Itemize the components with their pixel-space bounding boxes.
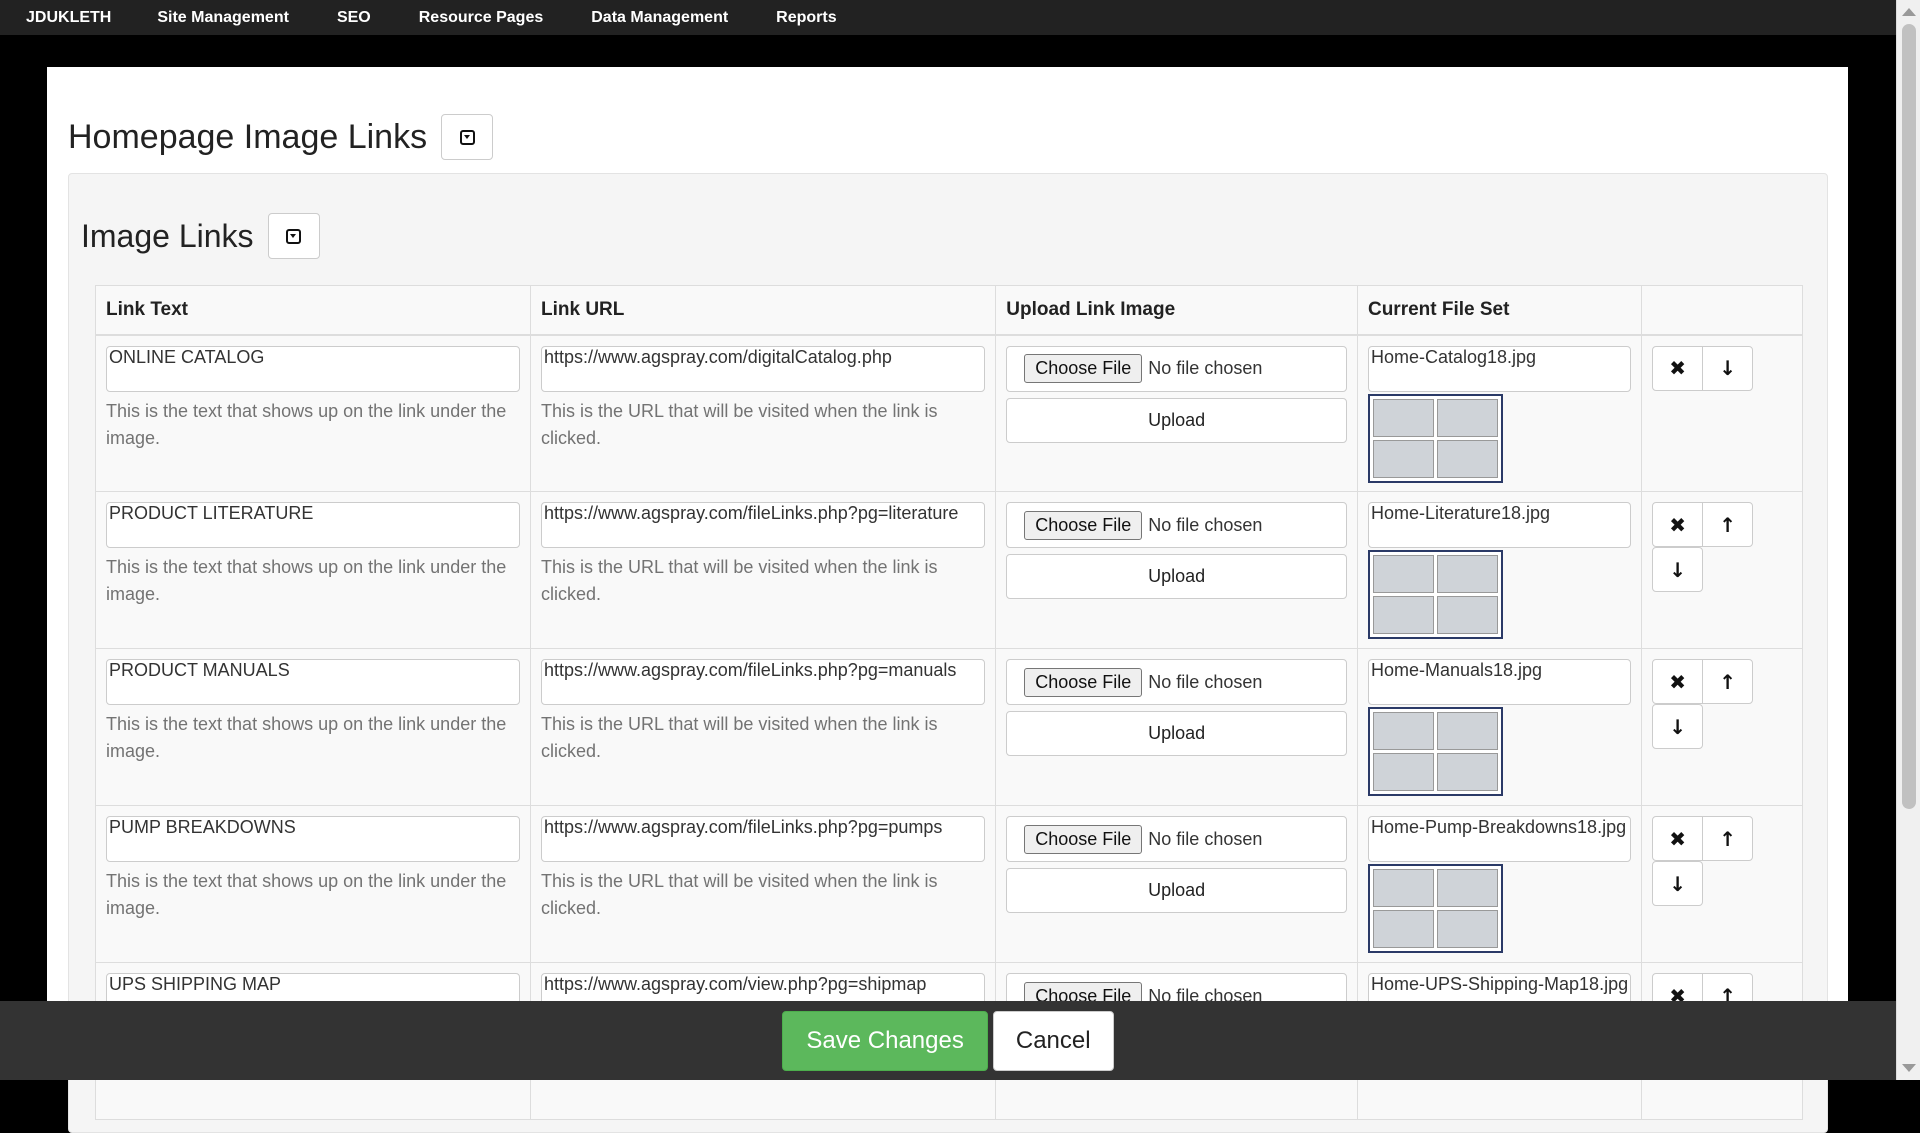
- arrow-up-icon: ↑: [1719, 669, 1736, 694]
- collapse-page-button[interactable]: [441, 114, 494, 160]
- section-title: Image Links: [81, 217, 254, 254]
- upload-button[interactable]: Upload: [1006, 554, 1347, 599]
- image-thumbnail: [1367, 393, 1503, 483]
- header-link-text: Link Text: [95, 285, 531, 336]
- link-text-help: This is the text that shows up on the li…: [106, 714, 507, 761]
- move-up-button[interactable]: ↑: [1702, 659, 1754, 704]
- link-text-input[interactable]: PRODUCT MANUALS: [106, 659, 520, 705]
- current-file-input[interactable]: Home-Manuals18.jpg: [1367, 659, 1632, 705]
- link-text-input[interactable]: PRODUCT LITERATURE: [106, 502, 520, 548]
- close-icon: ✖: [1669, 826, 1686, 851]
- link-url-help: This is the URL that will be visited whe…: [541, 400, 938, 448]
- nav-resource-pages[interactable]: Resource Pages: [395, 9, 568, 27]
- no-file-label: No file chosen: [1148, 671, 1263, 692]
- choose-file-button[interactable]: Choose File: [1024, 667, 1143, 697]
- arrow-up-icon: ↑: [1719, 826, 1736, 851]
- header-link-url: Link URL: [529, 285, 997, 336]
- delete-button[interactable]: ✖: [1652, 345, 1704, 391]
- choose-file-button[interactable]: Choose File: [1024, 510, 1143, 540]
- current-file-input[interactable]: Home-Catalog18.jpg: [1367, 345, 1632, 392]
- nav-site-management[interactable]: Site Management: [133, 9, 313, 27]
- link-url-input[interactable]: https://www.agspray.com/fileLinks.php?pg…: [541, 502, 986, 548]
- link-text-input[interactable]: ONLINE CATALOG: [106, 345, 520, 392]
- image-links-table: Link Text Link URL Upload Link Image Cur…: [95, 285, 1803, 1120]
- no-file-label: No file chosen: [1148, 358, 1263, 378]
- nav-brand[interactable]: JDUKLETH: [0, 9, 133, 27]
- link-text-input[interactable]: PUMP BREAKDOWNS: [106, 816, 520, 862]
- scroll-thumb[interactable]: [1902, 24, 1916, 809]
- link-url-help: This is the URL that will be visited whe…: [541, 557, 938, 604]
- close-icon: ✖: [1669, 356, 1686, 380]
- move-down-button[interactable]: ↓: [1702, 345, 1754, 391]
- nav-data-management[interactable]: Data Management: [567, 9, 752, 27]
- footer-bar: Save Changes Cancel: [0, 1001, 1896, 1080]
- link-url-input[interactable]: https://www.agspray.com/digitalCatalog.p…: [541, 345, 986, 392]
- link-url-help: This is the URL that will be visited whe…: [541, 714, 938, 761]
- header-actions: [1641, 285, 1803, 336]
- choose-file-button[interactable]: Choose File: [1024, 354, 1143, 383]
- move-up-button[interactable]: ↑: [1702, 502, 1754, 547]
- choose-file-button[interactable]: Choose File: [1024, 824, 1143, 854]
- upload-button[interactable]: Upload: [1006, 397, 1347, 443]
- page-scrollbar[interactable]: [1896, 0, 1920, 1080]
- table-row: PRODUCT LITERATURE This is the text that…: [95, 491, 1803, 649]
- table-row: ONLINE CATALOG This is the text that sho…: [95, 334, 1803, 492]
- link-url-help: This is the URL that will be visited whe…: [541, 871, 938, 918]
- collapse-section-button[interactable]: [267, 213, 320, 259]
- page-title: Homepage Image Links: [68, 117, 428, 156]
- arrow-down-icon: ↓: [1669, 714, 1686, 739]
- current-file-input[interactable]: Home-Pump-Breakdowns18.jpg: [1367, 816, 1632, 862]
- delete-button[interactable]: ✖: [1652, 816, 1704, 861]
- move-down-button[interactable]: ↓: [1652, 861, 1704, 906]
- cancel-button[interactable]: Cancel: [992, 1010, 1114, 1071]
- header-current-file: Current File Set: [1356, 285, 1643, 336]
- file-input[interactable]: Choose File No file chosen: [1006, 659, 1347, 705]
- file-input[interactable]: Choose File No file chosen: [1006, 816, 1347, 862]
- move-down-button[interactable]: ↓: [1652, 547, 1704, 592]
- top-navbar: JDUKLETH Site Management SEO Resource Pa…: [0, 0, 1896, 35]
- delete-button[interactable]: ✖: [1652, 659, 1704, 704]
- upload-button[interactable]: Upload: [1006, 868, 1347, 913]
- collapse-icon: [459, 129, 475, 145]
- link-text-help: This is the text that shows up on the li…: [106, 557, 507, 604]
- link-text-help: This is the text that shows up on the li…: [106, 871, 507, 918]
- no-file-label: No file chosen: [1148, 828, 1263, 849]
- arrow-down-icon: ↓: [1669, 557, 1686, 582]
- file-input[interactable]: Choose File No file chosen: [1006, 502, 1347, 548]
- collapse-icon: [286, 228, 302, 244]
- arrow-down-icon: ↓: [1719, 356, 1736, 380]
- close-icon: ✖: [1669, 669, 1686, 694]
- no-file-label: No file chosen: [1148, 514, 1263, 535]
- table-row: PRODUCT MANUALS This is the text that sh…: [95, 648, 1803, 806]
- file-input[interactable]: Choose File No file chosen: [1006, 345, 1347, 392]
- nav-reports[interactable]: Reports: [752, 9, 860, 27]
- header-upload-image: Upload Link Image: [995, 285, 1358, 336]
- image-thumbnail: [1367, 864, 1503, 953]
- move-down-button[interactable]: ↓: [1652, 704, 1704, 749]
- image-thumbnail: [1367, 707, 1503, 796]
- current-file-input[interactable]: Home-Literature18.jpg: [1367, 502, 1632, 548]
- upload-button[interactable]: Upload: [1006, 711, 1347, 756]
- content-card: Homepage Image Links Image Links Link Te…: [47, 67, 1848, 1133]
- table-row: PUMP BREAKDOWNS This is the text that sh…: [95, 805, 1803, 963]
- delete-button[interactable]: ✖: [1652, 502, 1704, 547]
- link-url-input[interactable]: https://www.agspray.com/fileLinks.php?pg…: [541, 816, 986, 862]
- link-text-help: This is the text that shows up on the li…: [106, 400, 507, 448]
- move-up-button[interactable]: ↑: [1702, 816, 1754, 861]
- link-url-input[interactable]: https://www.agspray.com/fileLinks.php?pg…: [541, 659, 986, 705]
- arrow-up-icon: ↑: [1719, 512, 1736, 537]
- close-icon: ✖: [1669, 512, 1686, 537]
- scroll-down-arrow-icon[interactable]: [1902, 1064, 1916, 1072]
- arrow-down-icon: ↓: [1669, 871, 1686, 896]
- nav-seo[interactable]: SEO: [313, 9, 395, 27]
- save-changes-button[interactable]: Save Changes: [782, 1010, 988, 1071]
- image-thumbnail: [1367, 550, 1503, 639]
- scroll-up-arrow-icon[interactable]: [1902, 8, 1916, 16]
